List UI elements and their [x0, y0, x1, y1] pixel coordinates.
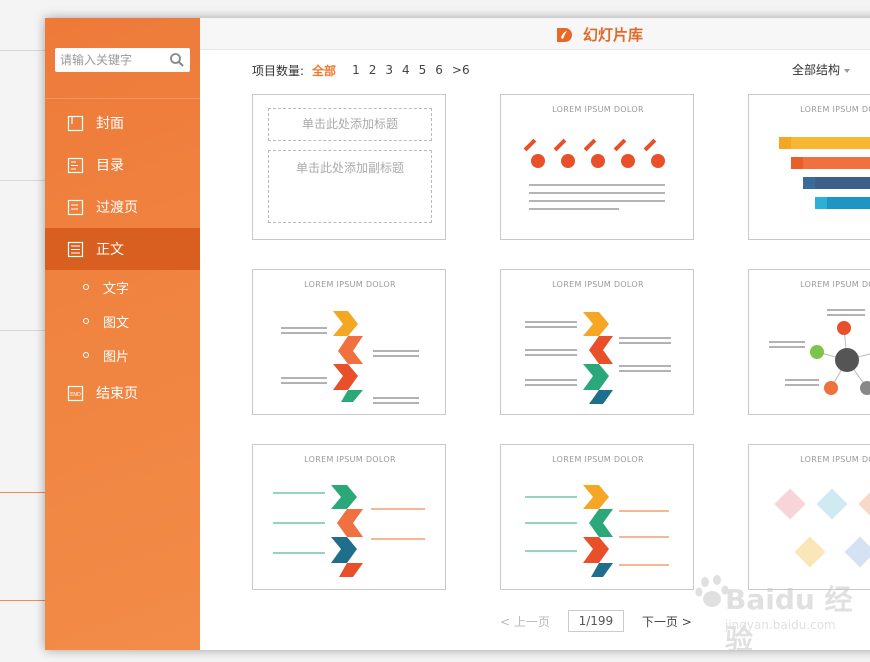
sidebar-item-label: 封面: [96, 116, 124, 132]
slide-thumbnail-hub[interactable]: LOREM IPSUM DOLOR: [748, 269, 870, 415]
slide-title: LOREM IPSUM DOLOR: [800, 455, 870, 464]
bg-divider: [0, 50, 45, 51]
main-panel: 幻灯片库 项目数量: 全部 1 2 3 4 5 6 >6 全部结构 单击此处添加…: [200, 18, 870, 650]
filter-option-3[interactable]: 3: [385, 63, 393, 77]
slide-thumbnail-steps[interactable]: LOREM IPSUM DOLOR: [748, 94, 870, 240]
filter-label: 项目数量:: [252, 63, 305, 78]
subitem-label: 文字: [103, 281, 130, 297]
search-input[interactable]: [55, 48, 160, 72]
subitem-label: 图文: [103, 315, 130, 331]
sidebar-divider: [45, 98, 200, 99]
structure-dropdown[interactable]: 全部结构: [792, 61, 851, 78]
subtitle-placeholder: 单击此处添加副标题: [268, 150, 432, 223]
baidu-watermark: Baidu 经验 jingyan.baidu.com: [665, 570, 870, 656]
search-icon[interactable]: [169, 52, 185, 68]
sidebar-item-toc[interactable]: 目录: [45, 144, 200, 186]
slide-thumbnail-pins[interactable]: LOREM IPSUM DOLOR: [500, 94, 694, 240]
chevron-down-icon: [844, 68, 851, 73]
filter-option-more[interactable]: >6: [452, 63, 470, 77]
search-box: [55, 48, 190, 72]
page-number-input[interactable]: 1/199: [567, 610, 624, 632]
slide-thumbnail-diamonds[interactable]: LOREM IPSUM DOLOR: [748, 444, 870, 590]
slide-library-dialog: 封面 目录 过渡页 正文 文字 图文 图片 END 结束页: [45, 18, 870, 650]
slide-title: LOREM IPSUM DOLOR: [304, 455, 396, 464]
bg-orange-line: [0, 492, 45, 493]
chevron-diagram: [525, 312, 671, 404]
list-icon: [67, 157, 84, 173]
bullet-icon: [83, 318, 89, 324]
text-lines: [529, 184, 665, 210]
sidebar-item-cover[interactable]: 封面: [45, 102, 200, 144]
transition-icon: [67, 199, 84, 215]
svg-text:END: END: [70, 392, 81, 398]
slide-title: LOREM IPSUM DOLOR: [552, 280, 644, 289]
sidebar-item-label: 正文: [96, 242, 124, 258]
sidebar-item-label: 目录: [96, 158, 124, 174]
arrow-stack-diagram: [525, 485, 669, 577]
cover-icon: [67, 115, 84, 131]
sidebar-item-transition[interactable]: 过渡页: [45, 186, 200, 228]
app-logo-icon: [557, 27, 572, 42]
filter-option-5[interactable]: 5: [419, 63, 427, 77]
bg-orange-line: [0, 600, 45, 601]
title-bar: 幻灯片库: [200, 18, 870, 50]
sidebar-item-body[interactable]: 正文: [45, 228, 200, 270]
body-icon: [67, 241, 84, 257]
slide-thumbnail-title[interactable]: 单击此处添加标题 单击此处添加副标题: [252, 94, 446, 240]
prev-page-button[interactable]: < 上一页: [500, 613, 550, 630]
filter-option-2[interactable]: 2: [369, 63, 377, 77]
bullet-icon: [83, 352, 89, 358]
sidebar-item-label: 过渡页: [96, 200, 138, 216]
sidebar-item-end[interactable]: END 结束页: [45, 372, 200, 414]
slide-thumbnail-chevrons[interactable]: LOREM IPSUM DOLOR: [500, 269, 694, 415]
arrow-stack-diagram: [273, 485, 425, 577]
pagination: < 上一页 1/199 下一页 >: [500, 610, 692, 632]
app-title-text: 幻灯片库: [583, 26, 644, 44]
sidebar-subitem-image-text[interactable]: 图文: [45, 308, 200, 334]
filter-option-all[interactable]: 全部: [312, 62, 336, 79]
zigzag-diagram: [281, 311, 419, 404]
structure-label: 全部结构: [792, 63, 841, 77]
bg-divider: [0, 180, 45, 181]
slide-title: LOREM IPSUM DOLOR: [552, 105, 644, 114]
slide-title: LOREM IPSUM DOLOR: [800, 105, 870, 114]
sidebar-subitem-image[interactable]: 图片: [45, 342, 200, 368]
filter-option-1[interactable]: 1: [352, 63, 360, 77]
sidebar: 封面 目录 过渡页 正文 文字 图文 图片 END 结束页: [45, 18, 200, 650]
slide-thumbnail-arrows-green[interactable]: LOREM IPSUM DOLOR: [252, 444, 446, 590]
slide-thumbnail-zigzag[interactable]: LOREM IPSUM DOLOR: [252, 269, 446, 415]
slide-title: LOREM IPSUM DOLOR: [304, 280, 396, 289]
title-placeholder: 单击此处添加标题: [268, 108, 432, 141]
slide-thumbnail-arrows-mixed[interactable]: LOREM IPSUM DOLOR: [500, 444, 694, 590]
slide-title: LOREM IPSUM DOLOR: [552, 455, 644, 464]
subitem-label: 图片: [103, 349, 130, 365]
sidebar-item-label: 结束页: [96, 386, 138, 402]
hub-diagram: [769, 309, 870, 395]
sidebar-subitem-text[interactable]: 文字: [45, 274, 200, 300]
steps-diagram: [779, 137, 870, 209]
bullet-icon: [83, 284, 89, 290]
filter-option-4[interactable]: 4: [402, 63, 410, 77]
app-title: 幻灯片库: [555, 24, 643, 45]
end-icon: END: [67, 385, 84, 401]
pin-diagram: [523, 138, 665, 168]
filter-option-6[interactable]: 6: [435, 63, 443, 77]
slide-title: LOREM IPSUM DOLOR: [800, 280, 870, 289]
item-count-filter: 项目数量: 全部 1 2 3 4 5 6 >6: [252, 61, 479, 79]
watermark-url: jingyan.baidu.com: [725, 618, 836, 632]
bg-divider: [0, 330, 45, 331]
